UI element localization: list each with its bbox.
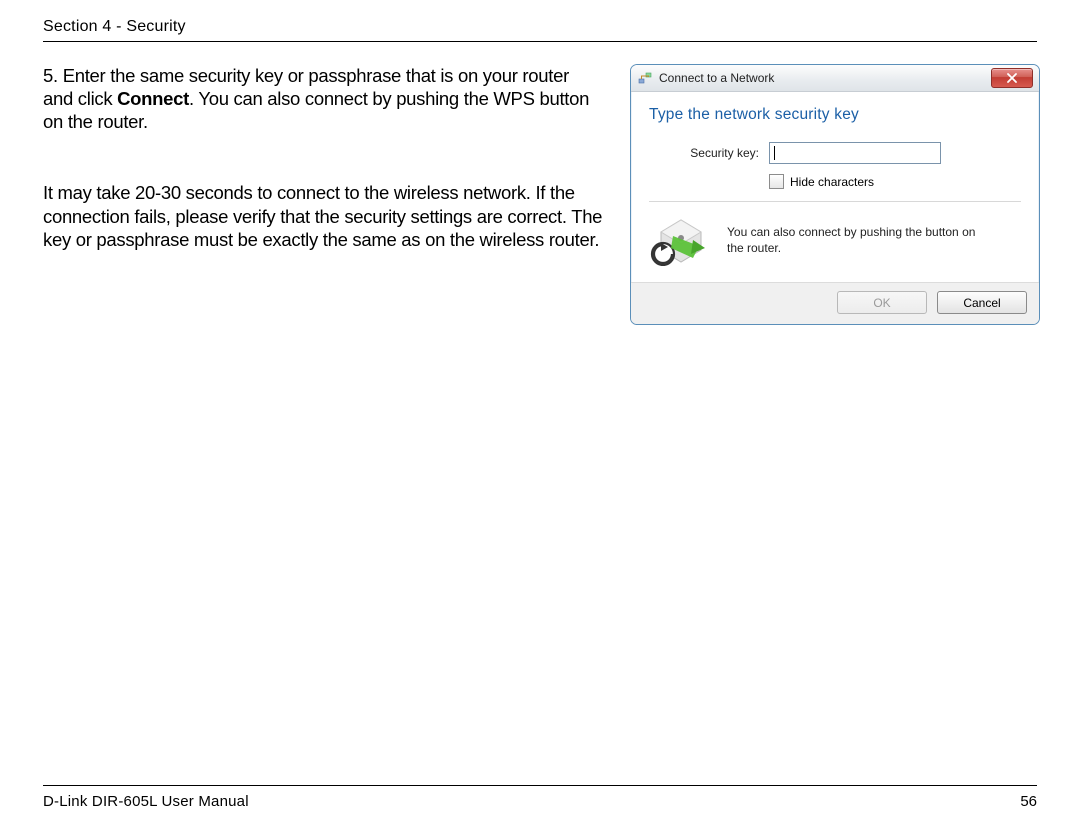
step-number: 5.: [43, 65, 58, 86]
cancel-button[interactable]: Cancel: [937, 291, 1027, 314]
footer-page-number: 56: [1020, 793, 1037, 810]
instruction-note: It may take 20-30 seconds to connect to …: [43, 181, 628, 250]
connect-network-dialog: Connect to a Network Type the network se…: [630, 64, 1040, 325]
dialog-titlebar: Connect to a Network: [631, 65, 1039, 92]
footer-rule: [43, 785, 1037, 786]
dialog-title: Connect to a Network: [659, 71, 774, 85]
text-cursor: [774, 146, 775, 160]
security-key-input[interactable]: [769, 142, 941, 164]
header-rule: [43, 41, 1037, 42]
wps-hint-text: You can also connect by pushing the butt…: [727, 224, 987, 256]
security-key-label: Security key:: [649, 146, 769, 160]
close-icon: [1007, 73, 1017, 83]
ok-button[interactable]: OK: [837, 291, 927, 314]
dialog-heading: Type the network security key: [649, 106, 1021, 124]
section-header: Section 4 - Security: [43, 18, 186, 36]
instruction-step: 5. Enter the same security key or passph…: [43, 64, 603, 133]
network-icon: [637, 70, 653, 86]
hide-characters-checkbox[interactable]: [769, 174, 784, 189]
close-button[interactable]: [991, 68, 1033, 88]
footer-manual: D-Link DIR-605L User Manual: [43, 793, 249, 810]
dialog-footer: OK Cancel: [631, 282, 1039, 324]
wps-router-icon: [649, 214, 713, 266]
step-text-bold: Connect: [117, 88, 189, 109]
hide-characters-label: Hide characters: [790, 175, 874, 189]
